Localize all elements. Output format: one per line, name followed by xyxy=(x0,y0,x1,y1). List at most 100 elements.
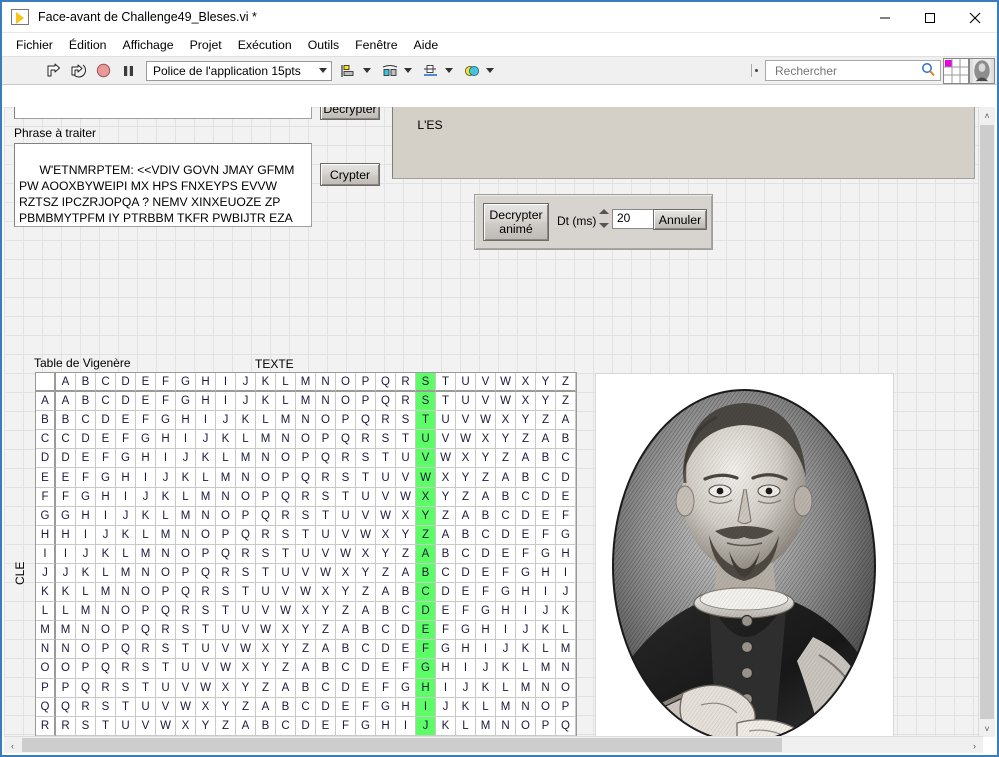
vigenere-cell[interactable]: U xyxy=(176,659,196,679)
vigenere-cell[interactable]: J xyxy=(196,430,216,450)
vigenere-cell[interactable]: C xyxy=(56,430,76,450)
vigenere-cell[interactable]: N xyxy=(256,449,276,469)
maximize-button[interactable] xyxy=(907,2,952,33)
vigenere-cell[interactable]: I xyxy=(416,697,436,717)
vigenere-cell[interactable]: S xyxy=(136,659,156,679)
vigenere-cell[interactable]: B xyxy=(296,678,316,698)
vigenere-cell[interactable]: F xyxy=(116,430,136,450)
vigenere-cell[interactable]: J xyxy=(56,563,76,584)
vigenere-table[interactable]: ABCDEFGHIJKLMNOPQRSTUVWXYZAABCDEFGHIJKLM… xyxy=(35,372,577,737)
vigenere-cell[interactable]: A xyxy=(436,525,456,545)
vigenere-cell[interactable]: L xyxy=(516,659,536,679)
vigenere-cell[interactable]: T xyxy=(116,697,136,717)
vigenere-cell[interactable]: A xyxy=(556,411,576,431)
vigenere-cell[interactable]: E xyxy=(476,563,496,584)
vigenere-cell[interactable]: F xyxy=(456,602,476,622)
vigenere-cell[interactable]: U xyxy=(456,392,476,412)
vigenere-cell[interactable]: X xyxy=(336,563,356,584)
vigenere-cell[interactable]: L xyxy=(496,678,516,698)
vigenere-cell[interactable]: A xyxy=(516,449,536,469)
vigenere-cell[interactable]: P xyxy=(216,525,236,545)
vigenere-cell[interactable]: T xyxy=(176,640,196,660)
vigenere-cell[interactable]: K xyxy=(456,697,476,717)
vigenere-cell[interactable]: Z xyxy=(276,659,296,679)
decrypt-button[interactable]: Decrypter xyxy=(320,107,380,120)
vigenere-cell[interactable]: P xyxy=(316,430,336,450)
vigenere-cell[interactable]: E xyxy=(116,411,136,431)
vigenere-cell[interactable]: K xyxy=(256,392,276,412)
vigenere-cell[interactable]: D xyxy=(456,563,476,584)
vigenere-cell[interactable]: E xyxy=(96,430,116,450)
vigenere-cell[interactable]: Z xyxy=(236,697,256,717)
vigenere-cell[interactable]: F xyxy=(496,563,516,584)
vigenere-cell[interactable]: Q xyxy=(156,602,176,622)
vigenere-cell[interactable]: M xyxy=(556,640,576,660)
vigenere-cell[interactable]: T xyxy=(216,602,236,622)
vigenere-cell[interactable]: X xyxy=(436,468,456,488)
vigenere-cell[interactable]: D xyxy=(356,659,376,679)
vigenere-cell[interactable]: B xyxy=(376,602,396,622)
vigenere-cell[interactable]: O xyxy=(216,506,236,526)
vigenere-cell[interactable]: Q xyxy=(356,411,376,431)
vigenere-cell[interactable]: J xyxy=(516,621,536,641)
vigenere-cell[interactable]: Y xyxy=(396,525,416,545)
vigenere-cell[interactable]: I xyxy=(56,544,76,564)
horizontal-scrollbar[interactable]: ‹ › xyxy=(4,736,983,753)
vigenere-cell[interactable]: A xyxy=(496,468,516,488)
vigenere-cell[interactable]: F xyxy=(76,468,96,488)
vigenere-cell[interactable]: F xyxy=(416,640,436,660)
vigenere-cell[interactable]: C xyxy=(436,563,456,584)
vigenere-cell[interactable]: B xyxy=(356,621,376,641)
font-selector[interactable]: Police de l'application 15pts xyxy=(146,60,332,81)
vigenere-cell[interactable]: L xyxy=(156,506,176,526)
vigenere-cell[interactable]: B xyxy=(436,544,456,564)
abort-stop-icon[interactable] xyxy=(92,60,114,82)
vigenere-cell[interactable]: F xyxy=(436,621,456,641)
vigenere-cell[interactable]: S xyxy=(76,716,96,736)
vigenere-cell[interactable]: V xyxy=(436,430,456,450)
vigenere-cell[interactable]: F xyxy=(556,506,576,526)
vigenere-cell[interactable]: V xyxy=(456,411,476,431)
vigenere-cell[interactable]: X xyxy=(236,659,256,679)
vigenere-cell[interactable]: I xyxy=(436,678,456,698)
vigenere-cell[interactable]: Y xyxy=(316,602,336,622)
vigenere-cell[interactable]: I xyxy=(76,525,96,545)
vigenere-cell[interactable]: T xyxy=(276,544,296,564)
vigenere-cell[interactable]: G xyxy=(496,583,516,603)
vigenere-cell[interactable]: U xyxy=(316,525,336,545)
search-box[interactable] xyxy=(765,60,941,81)
vigenere-cell[interactable]: Z xyxy=(356,583,376,603)
vigenere-cell[interactable]: J xyxy=(536,602,556,622)
vigenere-cell[interactable]: Y xyxy=(456,468,476,488)
phrase-input-field[interactable]: W'ETNMRPTEM: <<VDIV GOVN JMAY GFMM PW AO… xyxy=(14,143,312,227)
vigenere-cell[interactable]: R xyxy=(256,525,276,545)
vigenere-cell[interactable]: A xyxy=(316,640,336,660)
reorder-objects-dropdown[interactable] xyxy=(461,60,494,82)
vigenere-cell[interactable]: W xyxy=(496,392,516,412)
vigenere-cell[interactable]: O xyxy=(236,487,256,507)
vigenere-cell[interactable]: Z xyxy=(456,487,476,507)
vigenere-cell[interactable]: V xyxy=(196,659,216,679)
vigenere-cell[interactable]: Q xyxy=(376,392,396,412)
vigenere-cell[interactable]: V xyxy=(256,602,276,622)
vigenere-cell[interactable]: I xyxy=(136,468,156,488)
distribute-objects-dropdown[interactable] xyxy=(379,60,412,82)
vigenere-cell[interactable]: X xyxy=(196,697,216,717)
vigenere-cell[interactable]: D xyxy=(496,525,516,545)
vigenere-cell[interactable]: U xyxy=(436,411,456,431)
vigenere-cell[interactable]: C xyxy=(316,678,336,698)
vigenere-cell[interactable]: I xyxy=(196,411,216,431)
vigenere-cell[interactable]: R xyxy=(196,583,216,603)
vigenere-cell[interactable]: I xyxy=(516,602,536,622)
vigenere-cell[interactable]: X xyxy=(356,544,376,564)
phrase-result-field[interactable]: L'ES xyxy=(392,107,975,179)
vigenere-cell[interactable]: Z xyxy=(296,640,316,660)
vigenere-cell[interactable]: S xyxy=(156,640,176,660)
vigenere-cell[interactable]: Q xyxy=(116,640,136,660)
vigenere-cell[interactable]: S xyxy=(196,602,216,622)
vigenere-cell[interactable]: T xyxy=(156,659,176,679)
vigenere-cell[interactable]: I xyxy=(456,659,476,679)
vigenere-cell[interactable]: R xyxy=(396,392,416,412)
vigenere-cell[interactable]: A xyxy=(236,716,256,736)
vigenere-cell[interactable]: G xyxy=(56,506,76,526)
